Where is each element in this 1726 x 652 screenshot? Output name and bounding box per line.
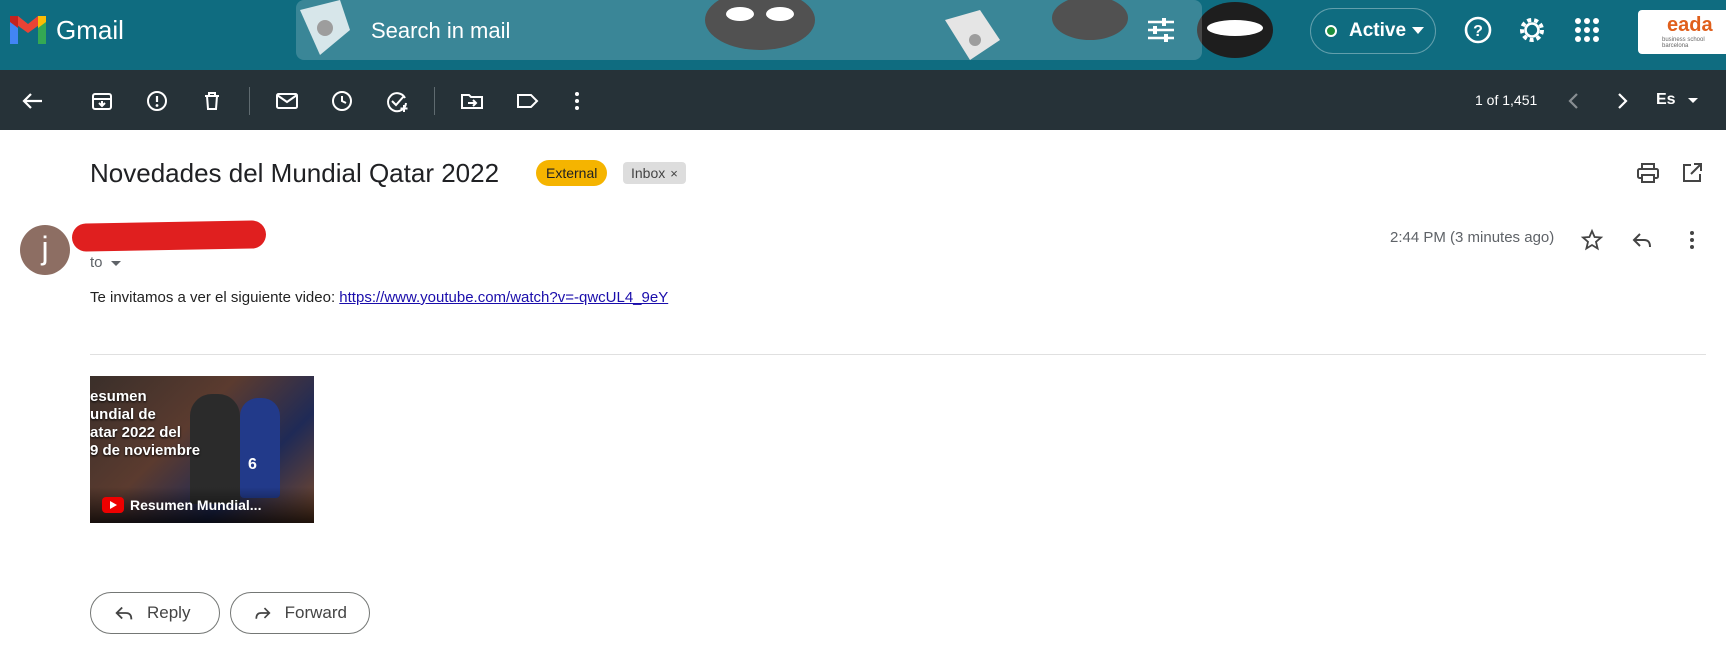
more-vert-icon[interactable] — [564, 88, 590, 114]
chevron-down-icon — [1688, 98, 1698, 103]
video-jersey-number: 6 — [248, 456, 257, 473]
youtube-link[interactable]: https://www.youtube.com/watch?v=-qwcUL4_… — [339, 289, 668, 306]
older-chevron-right-icon[interactable] — [1609, 88, 1635, 114]
archive-icon[interactable] — [89, 88, 115, 114]
toolbar-divider — [434, 87, 435, 115]
sender-name-redacted — [71, 220, 267, 252]
input-language-selector[interactable]: Es — [1656, 91, 1676, 109]
account-brand-subtitle: business school barcelona — [1662, 37, 1705, 49]
forward-button[interactable]: Forward — [230, 592, 370, 634]
video-thumbnail-headline: esumen undial de atar 2022 del 9 de novi… — [90, 388, 201, 459]
account-switcher[interactable]: eada business school barcelona — [1638, 10, 1726, 54]
remove-label-icon[interactable]: × — [670, 166, 678, 181]
message-toolbar: 1 of 1,451 Es — [0, 70, 1726, 130]
reply-arrow-icon — [115, 606, 133, 620]
toolbar-divider — [249, 87, 250, 115]
account-brand-logo: eada — [1667, 14, 1713, 36]
email-body: Te invitamos a ver el siguiente video: h… — [90, 289, 668, 306]
attachments-divider — [90, 354, 1706, 355]
add-to-tasks-icon[interactable] — [384, 88, 410, 114]
star-icon[interactable] — [1580, 228, 1604, 252]
label-tag-icon[interactable] — [514, 88, 540, 114]
inbox-label-text: Inbox — [631, 165, 666, 181]
forward-button-label: Forward — [284, 603, 347, 622]
more-vert-icon[interactable] — [1680, 228, 1704, 252]
report-spam-icon[interactable] — [144, 88, 170, 114]
show-details-chevron-icon[interactable] — [111, 261, 121, 266]
app-name: Gmail — [56, 14, 124, 45]
back-arrow-icon[interactable] — [20, 88, 46, 114]
video-figure-player — [240, 398, 280, 498]
inbox-label-chip[interactable]: Inbox × — [623, 162, 686, 184]
external-label-badge: External — [536, 160, 608, 186]
newer-chevron-left-icon[interactable] — [1561, 88, 1587, 114]
reply-button-label: Reply — [147, 603, 191, 622]
status-selector[interactable]: Active — [1310, 8, 1436, 54]
email-timestamp: 2:44 PM (3 minutes ago) — [1390, 229, 1555, 246]
email-body-text: Te invitamos a ver el siguiente video: — [90, 289, 340, 306]
search-bar[interactable]: Search in mail — [296, 0, 1202, 60]
help-icon[interactable]: ? — [1462, 14, 1494, 46]
gmail-m-icon — [10, 16, 46, 44]
forward-arrow-icon — [255, 607, 271, 619]
message-pager: 1 of 1,451 — [1475, 92, 1538, 108]
top-header: Gmail Search in mail Active ? eada busin… — [0, 0, 1726, 70]
youtube-video-preview[interactable]: 6 esumen undial de atar 2022 del 9 de no… — [90, 376, 314, 523]
video-caption: Resumen Mundial... — [130, 497, 262, 513]
email-subject: Novedades del Mundial Qatar 2022 — [90, 158, 500, 188]
gmail-logo[interactable]: Gmail — [8, 14, 124, 46]
open-new-window-icon[interactable] — [1680, 161, 1704, 185]
reply-button[interactable]: Reply — [90, 592, 220, 634]
delete-trash-icon[interactable] — [199, 88, 225, 114]
status-label: Active — [1349, 20, 1407, 41]
snooze-clock-icon[interactable] — [329, 88, 355, 114]
recipients-label: to — [90, 254, 103, 271]
print-icon[interactable] — [1636, 161, 1660, 185]
search-input[interactable]: Search in mail — [371, 18, 510, 44]
search-options-icon[interactable] — [1146, 16, 1176, 44]
svg-text:?: ? — [1473, 23, 1483, 40]
status-dot-icon — [1325, 25, 1337, 37]
sender-avatar[interactable]: j — [20, 225, 70, 275]
youtube-play-icon — [102, 497, 124, 513]
reply-arrow-icon[interactable] — [1630, 228, 1654, 252]
apps-grid-icon[interactable] — [1571, 14, 1603, 46]
chevron-down-icon — [1412, 27, 1424, 34]
settings-gear-icon[interactable] — [1516, 14, 1548, 46]
mark-unread-icon[interactable] — [274, 88, 300, 114]
move-to-folder-icon[interactable] — [459, 88, 485, 114]
